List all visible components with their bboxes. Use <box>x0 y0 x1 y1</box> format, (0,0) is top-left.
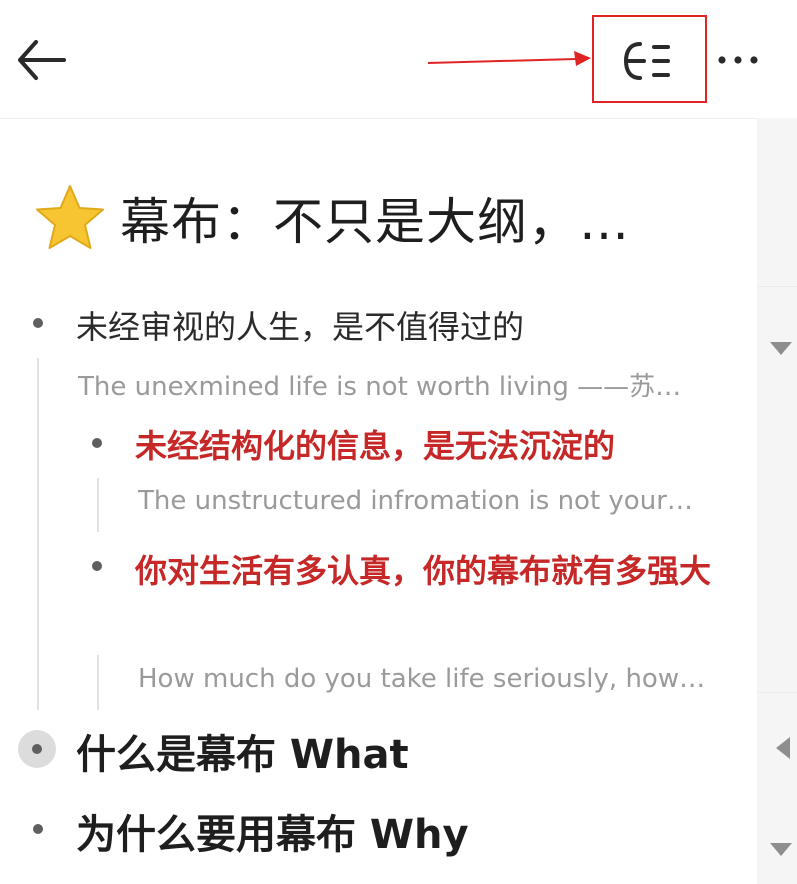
top-bar <box>0 0 797 119</box>
red-arrow-annotation <box>428 51 591 66</box>
outline-node-text[interactable]: 什么是幕布 What <box>76 722 409 780</box>
gutter-separator <box>757 286 797 287</box>
outline-node-text[interactable]: 你对生活有多认真，你的幕布就有多强大 <box>135 543 735 600</box>
outline-node-text[interactable]: 为什么要用幕布 Why <box>76 802 469 860</box>
outline-node-text[interactable]: 未经结构化的信息，是无法沉淀的 <box>135 421 735 467</box>
outline-view-button[interactable] <box>618 38 678 84</box>
outline-node-note[interactable]: The unexmined life is not worth living —… <box>78 366 718 403</box>
back-arrow-icon <box>18 40 66 80</box>
indent-guide-line <box>97 655 99 710</box>
collapsed-bullet-point[interactable] <box>18 730 56 768</box>
outline-node-note[interactable]: The unstructured infromation is not your… <box>138 486 723 516</box>
bullet-point[interactable] <box>33 824 43 834</box>
scroll-left-arrow-icon[interactable] <box>776 737 790 759</box>
bullet-point[interactable] <box>92 561 102 571</box>
outline-node-text[interactable]: 未经审视的人生，是不值得过的 <box>76 302 524 348</box>
page-title: 幕布：不只是大纲，… <box>34 178 734 258</box>
scroll-down-arrow-icon[interactable] <box>770 342 792 356</box>
more-button[interactable] <box>716 40 764 80</box>
scroll-down-arrow-icon[interactable] <box>770 843 792 857</box>
page-title-text: 幕布：不只是大纲，… <box>120 193 630 251</box>
bullet-point[interactable] <box>33 318 43 328</box>
indent-guide-line <box>97 478 99 532</box>
document-content: 幕布：不只是大纲，… 未经审视的人生，是不值得过的 The unexmined … <box>0 118 757 884</box>
bullet-point[interactable] <box>92 438 102 448</box>
back-button[interactable] <box>14 30 74 90</box>
star-icon <box>36 185 104 249</box>
more-dots-icon <box>718 56 758 64</box>
scroll-gutter <box>757 118 797 884</box>
gutter-separator <box>757 692 797 693</box>
indent-guide-line <box>37 358 39 710</box>
outline-node-note[interactable]: How much do you take life seriously, how… <box>138 664 723 694</box>
outline-view-icon <box>623 42 670 80</box>
